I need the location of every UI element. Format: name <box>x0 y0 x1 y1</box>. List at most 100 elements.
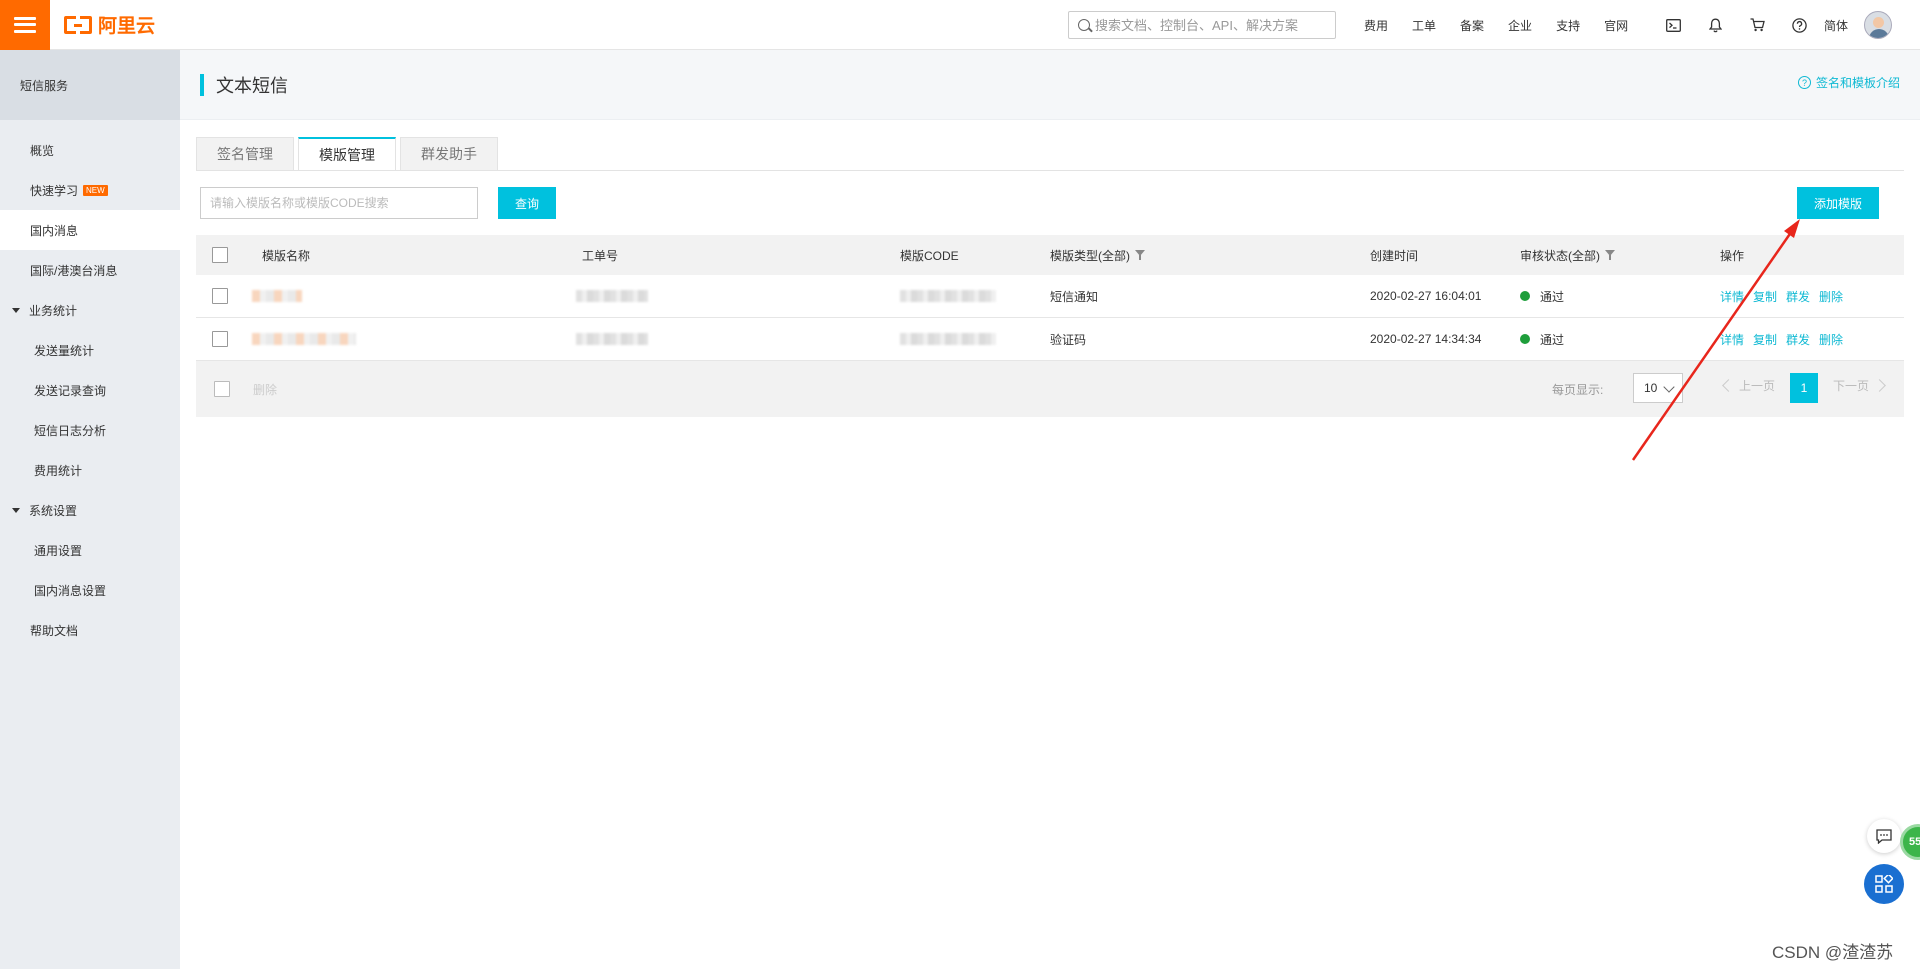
detail-link[interactable]: 详情 <box>1720 331 1744 348</box>
top-nav: 费用 工单 备案 企业 支持 官网 <box>1352 0 1640 50</box>
table-row: 验证码 2020-02-27 14:34:34 通过 详情 复制 群发 删除 <box>196 318 1904 361</box>
add-template-button[interactable]: 添加模版 <box>1797 187 1879 219</box>
status: 通过 <box>1520 331 1564 348</box>
nav-icp[interactable]: 备案 <box>1448 17 1496 34</box>
nav-enterprise[interactable]: 企业 <box>1496 17 1544 34</box>
help-icon[interactable] <box>1778 17 1820 33</box>
page-size-label: 每页显示: <box>1552 383 1604 397</box>
sidebar-item-quick-learn[interactable]: 快速学习 NEW <box>0 170 180 210</box>
header-status[interactable]: 审核状态(全部) <box>1520 247 1615 264</box>
main-content: 文本短信 ? 签名和模板介绍 签名管理 模版管理 群发助手 查询 添加模版 模版… <box>180 50 1920 969</box>
search-icon <box>1078 19 1090 31</box>
sidebar-item-general-settings[interactable]: 通用设置 <box>0 530 180 570</box>
logo[interactable]: 阿里云 <box>64 11 155 38</box>
tab-signature[interactable]: 签名管理 <box>196 137 294 170</box>
tabs-divider <box>196 170 1904 171</box>
nav-fee[interactable]: 费用 <box>1352 17 1400 34</box>
sidebar-title: 短信服务 <box>0 50 180 120</box>
sidebar-item-domestic-settings[interactable]: 国内消息设置 <box>0 570 180 610</box>
tabs: 签名管理 模版管理 群发助手 <box>196 137 502 170</box>
sidebar-group-settings[interactable]: 系统设置 <box>0 490 180 530</box>
apps-icon[interactable] <box>1864 864 1904 904</box>
global-search[interactable] <box>1068 11 1336 39</box>
next-page-button[interactable]: 下一页 <box>1833 377 1886 394</box>
table-row: 短信通知 2020-02-27 16:04:01 通过 详情 复制 群发 删除 <box>196 275 1904 318</box>
select-all-checkbox[interactable] <box>212 247 228 263</box>
detail-link[interactable]: 详情 <box>1720 288 1744 305</box>
row-checkbox[interactable] <box>212 331 228 347</box>
sidebar-item-send-volume[interactable]: 发送量统计 <box>0 330 180 370</box>
table-header: 模版名称 工单号 模版CODE 模版类型(全部) 创建时间 审核状态(全部) 操… <box>196 235 1904 275</box>
delete-link[interactable]: 删除 <box>1819 331 1843 348</box>
bulk-send-link[interactable]: 群发 <box>1786 331 1810 348</box>
prev-page-button[interactable]: 上一页 <box>1722 377 1775 394</box>
sidebar-item-domestic[interactable]: 国内消息 <box>0 210 180 250</box>
caret-down-icon <box>12 307 20 313</box>
chat-icon[interactable] <box>1867 819 1901 853</box>
tab-bulk-send[interactable]: 群发助手 <box>400 137 498 170</box>
global-search-input[interactable] <box>1095 17 1330 33</box>
help-link[interactable]: ? 签名和模板介绍 <box>1797 74 1900 91</box>
template-code-redacted <box>900 333 996 345</box>
chevron-right-icon <box>1873 379 1886 392</box>
row-actions: 详情 复制 群发 删除 <box>1720 288 1852 305</box>
sidebar: 短信服务 概览 快速学习 NEW 国内消息 国际/港澳台消息 业务统计 发送量统计… <box>0 50 180 969</box>
sidebar-group-stats[interactable]: 业务统计 <box>0 290 180 330</box>
sidebar-item-log-analysis[interactable]: 短信日志分析 <box>0 410 180 450</box>
filter-icon[interactable] <box>1135 250 1145 260</box>
template-code-redacted <box>900 290 996 302</box>
template-search-input[interactable] <box>200 187 478 219</box>
header-created: 创建时间 <box>1370 248 1419 263</box>
caret-down-icon <box>12 507 20 513</box>
copy-link[interactable]: 复制 <box>1753 331 1777 348</box>
table-footer: 删除 每页显示: 10 上一页 1 下一页 <box>196 361 1904 417</box>
sidebar-menu: 概览 快速学习 NEW 国内消息 国际/港澳台消息 业务统计 发送量统计 发送记录… <box>0 130 180 650</box>
status-dot <box>1520 334 1530 344</box>
header-ops: 操作 <box>1720 248 1745 263</box>
avatar[interactable] <box>1864 11 1893 39</box>
header-type[interactable]: 模版类型(全部) <box>1050 247 1145 264</box>
menu-icon[interactable] <box>0 0 50 50</box>
cart-icon[interactable] <box>1736 18 1778 32</box>
bulk-delete-button[interactable]: 删除 <box>253 381 277 398</box>
template-name-redacted <box>252 290 302 302</box>
row-checkbox[interactable] <box>212 288 228 304</box>
top-icons: 简体 <box>1652 0 1893 50</box>
nav-support[interactable]: 支持 <box>1544 17 1592 34</box>
sidebar-item-help-docs[interactable]: 帮助文档 <box>0 610 180 650</box>
chevron-down-icon <box>1663 381 1675 393</box>
terminal-icon[interactable] <box>1652 18 1694 32</box>
template-table: 模版名称 工单号 模版CODE 模版类型(全部) 创建时间 审核状态(全部) 操… <box>196 235 1904 417</box>
header-code: 模版CODE <box>900 248 959 263</box>
language-switch[interactable]: 简体 <box>1824 17 1848 34</box>
created-time: 2020-02-27 14:34:34 <box>1370 332 1482 346</box>
page-title: 文本短信 <box>216 75 288 96</box>
sidebar-item-overview[interactable]: 概览 <box>0 130 180 170</box>
status: 通过 <box>1520 288 1564 305</box>
watermark: CSDN @渣渣苏 <box>1772 943 1894 962</box>
page-size-select[interactable]: 10 <box>1633 373 1683 403</box>
sidebar-item-send-records[interactable]: 发送记录查询 <box>0 370 180 410</box>
order-number-redacted <box>576 290 648 302</box>
delete-link[interactable]: 删除 <box>1819 288 1843 305</box>
query-button[interactable]: 查询 <box>498 187 556 219</box>
nav-official-site[interactable]: 官网 <box>1592 17 1640 34</box>
chevron-left-icon <box>1722 379 1735 392</box>
created-time: 2020-02-27 16:04:01 <box>1370 289 1482 303</box>
page-number-1[interactable]: 1 <box>1790 373 1818 403</box>
title-accent-bar <box>200 73 204 96</box>
footer-select-all-checkbox[interactable] <box>214 381 230 397</box>
new-badge: NEW <box>83 184 108 196</box>
logo-text: 阿里云 <box>98 16 156 37</box>
bell-icon[interactable] <box>1694 18 1736 33</box>
nav-ticket[interactable]: 工单 <box>1400 17 1448 34</box>
copy-link[interactable]: 复制 <box>1753 288 1777 305</box>
filter-icon[interactable] <box>1605 250 1615 260</box>
sidebar-item-international[interactable]: 国际/港澳台消息 <box>0 250 180 290</box>
sidebar-item-cost-stats[interactable]: 费用统计 <box>0 450 180 490</box>
template-name-redacted <box>252 333 356 345</box>
row-actions: 详情 复制 群发 删除 <box>1720 331 1852 348</box>
bulk-send-link[interactable]: 群发 <box>1786 288 1810 305</box>
question-icon: ? <box>1797 76 1811 89</box>
tab-template[interactable]: 模版管理 <box>298 137 396 170</box>
